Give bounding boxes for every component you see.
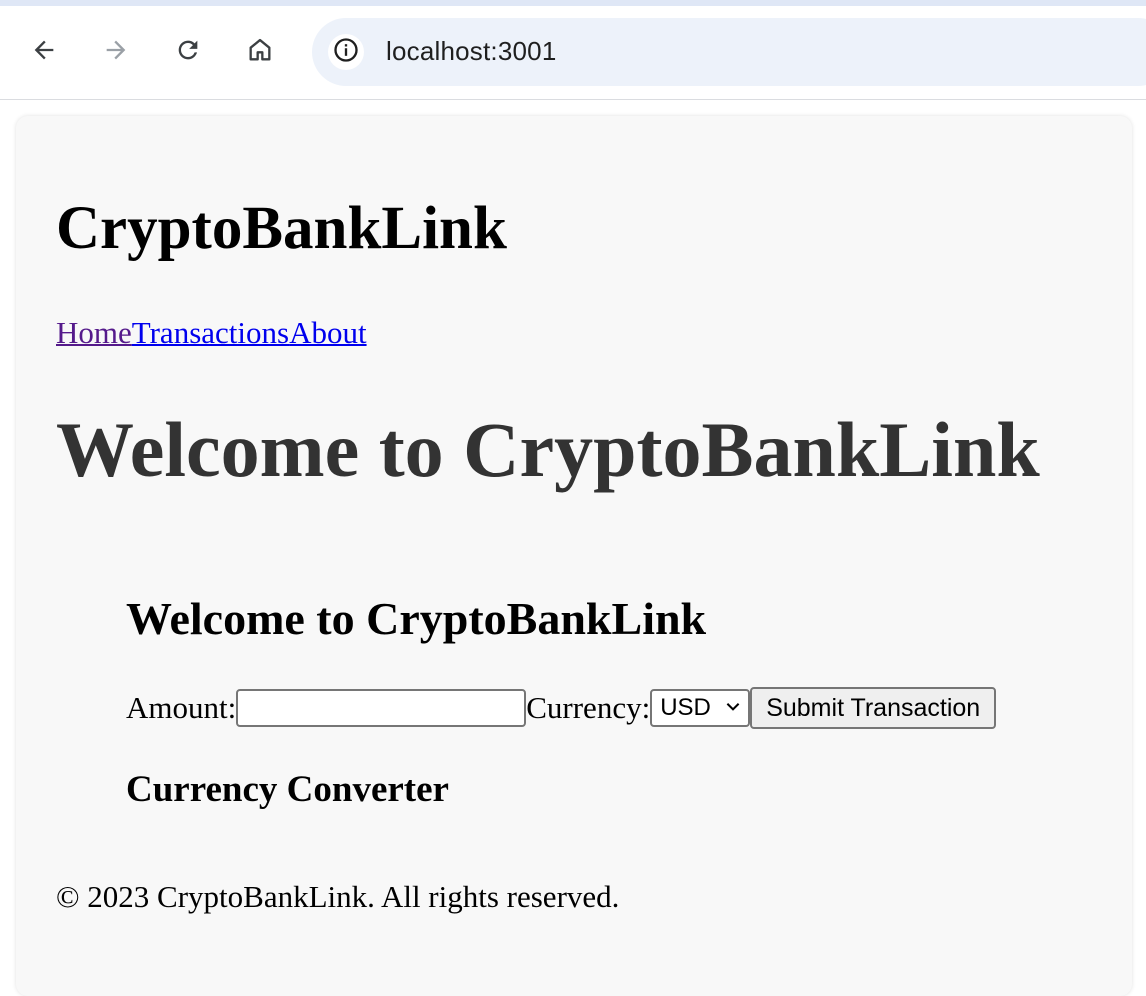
currency-select[interactable]: USD — [650, 689, 751, 727]
chevron-down-icon — [724, 694, 742, 722]
section-heading: Welcome to CryptoBankLink — [126, 593, 707, 644]
currency-selected-value: USD — [660, 694, 711, 721]
back-button[interactable] — [24, 32, 64, 72]
currency-label: Currency: — [526, 690, 651, 725]
forward-button[interactable] — [96, 32, 136, 72]
nav-link-transactions[interactable]: Transactions — [132, 315, 289, 350]
transaction-form: Amount: Currency: USD Submit Transaction — [126, 687, 997, 729]
hero-heading: Welcome to CryptoBankLink — [56, 406, 1040, 493]
currency-converter-heading: Currency Converter — [126, 769, 449, 810]
nav-link-about[interactable]: About — [289, 315, 367, 350]
address-bar[interactable]: localhost:3001 — [312, 18, 1146, 86]
home-icon — [246, 36, 274, 69]
footer-copyright: © 2023 CryptoBankLink. All rights reserv… — [56, 879, 620, 914]
browser-toolbar: localhost:3001 — [0, 6, 1146, 100]
reload-button[interactable] — [168, 32, 208, 72]
reload-icon — [174, 36, 202, 69]
page-content: CryptoBankLink HomeTransactionsAbout Wel… — [16, 116, 1132, 996]
arrow-left-icon — [30, 36, 58, 69]
submit-transaction-button[interactable]: Submit Transaction — [750, 687, 997, 729]
arrow-right-icon — [102, 36, 130, 69]
home-button[interactable] — [240, 32, 280, 72]
site-nav: HomeTransactionsAbout — [56, 317, 367, 348]
url-text[interactable]: localhost:3001 — [386, 36, 556, 67]
amount-label: Amount: — [126, 690, 237, 725]
site-title: CryptoBankLink — [56, 195, 507, 262]
amount-input[interactable] — [236, 689, 527, 727]
nav-link-home[interactable]: Home — [56, 315, 132, 350]
site-info-button[interactable] — [328, 34, 364, 70]
info-icon — [332, 36, 360, 69]
